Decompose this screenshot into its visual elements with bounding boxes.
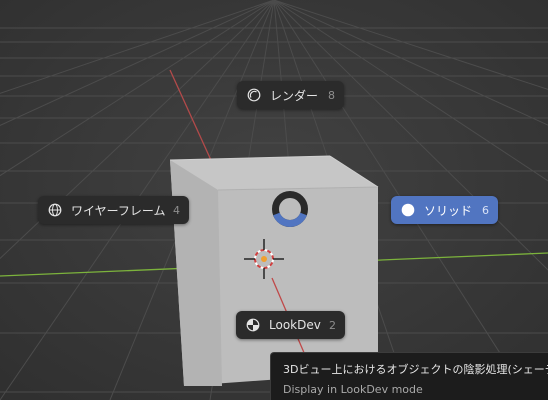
pie-item-label: ソリッド	[424, 203, 473, 218]
render-shading-icon	[247, 88, 261, 102]
pie-item-hotkey: 6	[482, 203, 489, 217]
pie-item-hotkey: 2	[329, 318, 336, 332]
tooltip-description: Display in LookDev mode	[283, 383, 423, 396]
tooltip: 3Dビュー上におけるオブジェクトの陰影処理(シェーデ Display in Lo…	[270, 352, 548, 400]
pie-item-label: LookDev	[269, 318, 321, 332]
tooltip-title: 3Dビュー上におけるオブジェクトの陰影処理(シェーデ	[283, 363, 548, 376]
wireframe-shading-icon	[48, 203, 62, 217]
pie-item-solid[interactable]: ソリッド 6	[391, 196, 498, 224]
pie-item-wireframe[interactable]: ワイヤーフレーム 4	[38, 196, 189, 224]
pie-item-render[interactable]: レンダー 8	[237, 81, 344, 109]
pie-item-hotkey: 8	[328, 88, 335, 102]
lookdev-shading-icon	[246, 318, 260, 332]
pie-item-label: レンダー	[270, 88, 319, 103]
pie-item-label: ワイヤーフレーム	[71, 203, 166, 218]
solid-shading-icon	[401, 203, 415, 217]
pie-item-hotkey: 4	[173, 203, 180, 217]
pie-item-lookdev[interactable]: LookDev 2	[236, 311, 345, 339]
